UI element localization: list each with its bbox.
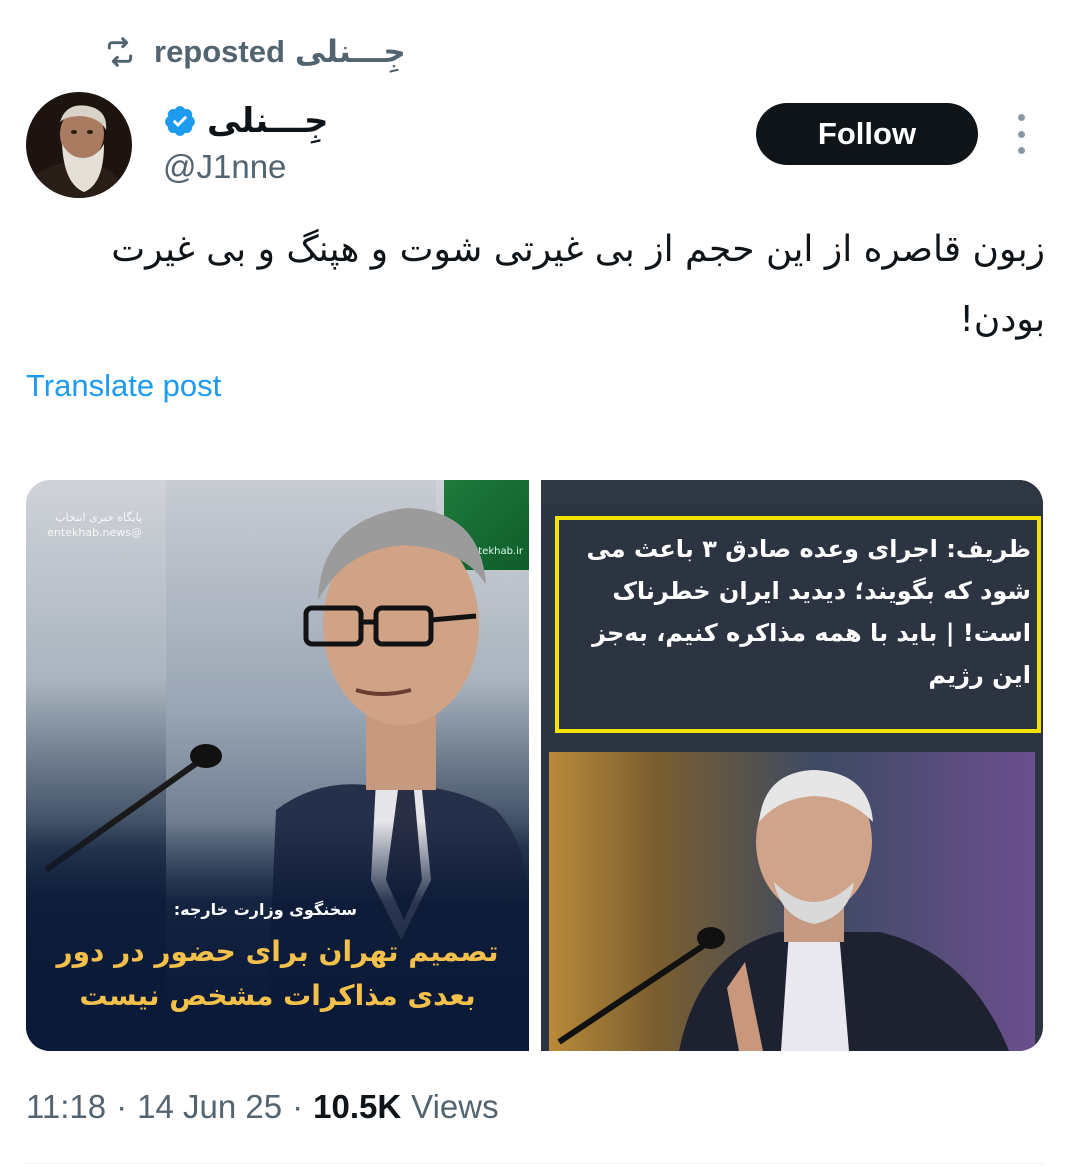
meta-separator: · [116, 1088, 128, 1125]
author-display-name[interactable]: جِـــنلی [207, 101, 329, 141]
zarif-photo [549, 752, 1035, 1051]
quote-box: ظریف: اجرای وعده صادق ۳ باعث می شود که ب… [555, 516, 1041, 733]
news-top-strip [541, 480, 1043, 504]
repost-header: reposted جِـــنلی [104, 30, 406, 74]
author-info[interactable]: جِـــنلی @J1nne [163, 96, 329, 186]
repost-label: reposted [154, 34, 285, 69]
tweet-text: زبون قاصره از این حجم از بی غیرتی شوت و … [111, 229, 1045, 340]
author-handle[interactable]: @J1nne [163, 148, 329, 186]
tweet-date[interactable]: 14 Jun 25 [137, 1088, 282, 1126]
media-grid: Entekhab.ir پایگاه خبری انتخاب @entekhab… [26, 480, 1043, 1051]
verified-badge-icon [165, 106, 195, 136]
follow-button[interactable]: Follow [756, 103, 978, 165]
more-vertical-icon[interactable] [1006, 114, 1036, 154]
meta-separator: · [292, 1088, 304, 1125]
avatar[interactable] [26, 92, 132, 198]
divider [26, 1163, 1044, 1164]
media-right-quote: ظریف: اجرای وعده صادق ۳ باعث می شود که ب… [586, 535, 1032, 689]
tweet-meta: 11:18 · 14 Jun 25 · 10.5K Views [26, 1088, 499, 1126]
media-image-left[interactable]: Entekhab.ir پایگاه خبری انتخاب @entekhab… [26, 480, 529, 1051]
repost-icon [107, 37, 133, 67]
tweet-time[interactable]: 11:18 [26, 1088, 106, 1126]
repost-user-name[interactable]: جِـــنلی [295, 34, 406, 70]
media-left-headline: تصمیم تهران برای حضور در دور بعدی مذاکرا… [56, 935, 499, 1012]
media-image-right[interactable]: ظریف: اجرای وعده صادق ۳ باعث می شود که ب… [541, 480, 1043, 1051]
translate-post-link[interactable]: Translate post [26, 368, 221, 404]
views-count: 10.5K [313, 1088, 402, 1125]
media-left-label: سخنگوی وزارت خارجه: [173, 900, 357, 919]
views-label: Views [411, 1088, 499, 1125]
